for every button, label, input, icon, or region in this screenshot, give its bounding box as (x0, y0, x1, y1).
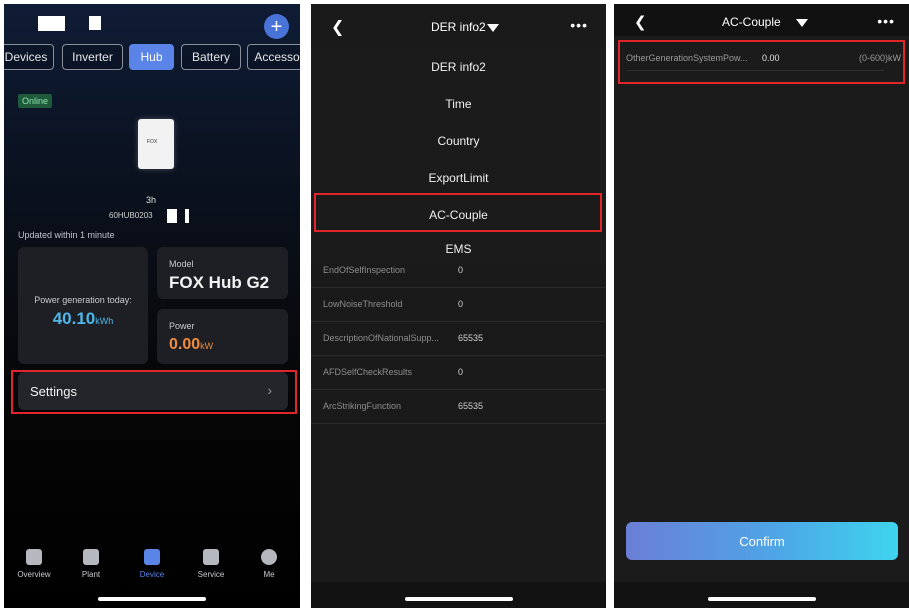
model-value: FOX Hub G2 (169, 273, 270, 292)
param-row: DescriptionOfNationalSupp... 65535 (311, 322, 606, 356)
me-icon (261, 549, 277, 565)
back-icon[interactable]: ❮ (634, 13, 647, 31)
bottom-area (614, 582, 909, 608)
nav-overview[interactable]: Overview (9, 549, 59, 579)
param-value: 0 (458, 299, 464, 309)
device-brand: FOX (147, 139, 158, 145)
tab-battery[interactable]: Battery (181, 44, 241, 70)
param-key: DescriptionOfNationalSupp... (323, 333, 440, 343)
more-icon[interactable]: ••• (570, 17, 588, 33)
param-key: LowNoiseThreshold (323, 299, 403, 309)
home-indicator (708, 597, 816, 601)
power-value: 0.00 (169, 336, 201, 353)
nav-label: Overview (17, 570, 51, 579)
menu-item-export-limit[interactable]: ExportLimit (311, 159, 606, 196)
add-device-button[interactable]: + (264, 14, 289, 39)
device-image: FOX (138, 119, 174, 169)
model-card: Model FOX Hub G2 (157, 247, 288, 299)
top-bar: ❮ DER info2 ••• (311, 4, 606, 48)
menu-item-ems[interactable]: EMS (311, 233, 606, 265)
power-card: Power 0.00kW (157, 309, 288, 364)
page-title[interactable]: AC-Couple (722, 15, 781, 29)
param-value: 65535 (458, 333, 484, 343)
param-key: AFDSelfCheckResults (323, 367, 413, 377)
param-row: LowNoiseThreshold 0 (311, 288, 606, 322)
nav-label: Service (197, 570, 225, 579)
tab-devices[interactable]: Devices (4, 44, 54, 70)
bottom-nav: Overview Plant Device Service Me (4, 549, 300, 589)
generation-value-wrap: 40.10kWh (18, 309, 148, 329)
nav-label: Me (263, 570, 275, 579)
device-type-tabs: Devices Inverter Hub Battery Accesso (4, 44, 300, 70)
nav-service[interactable]: Service (186, 549, 236, 579)
home-indicator (405, 597, 513, 601)
device-icon (144, 549, 160, 565)
power-unit: kW (200, 341, 214, 351)
plus-icon: + (270, 15, 283, 38)
nav-me[interactable]: Me (244, 549, 294, 579)
nav-label: Plant (81, 570, 101, 579)
tab-hub[interactable]: Hub (129, 44, 174, 70)
nav-label: Device (139, 570, 165, 579)
dropdown-menu: DER info2 Time Country ExportLimit AC-Co… (311, 48, 606, 265)
highlight-box (11, 370, 297, 414)
serial-suffix: 3h (146, 195, 157, 205)
model-label: Model (169, 259, 194, 269)
power-label: Power (169, 321, 195, 331)
der-info-screen: ❮ DER info2 ••• EndOfSelfInspection 0 Low… (311, 4, 606, 608)
highlight-box (314, 193, 602, 232)
nav-plant[interactable]: Plant (66, 549, 116, 579)
tab-inverter[interactable]: Inverter (62, 44, 123, 70)
param-key: ArcStrikingFunction (323, 401, 402, 411)
device-screen: + Devices Inverter Hub Battery Accesso O… (4, 4, 300, 608)
param-row: AFDSelfCheckResults 0 (311, 356, 606, 390)
redacted-block (167, 209, 177, 223)
menu-item-country[interactable]: Country (311, 122, 606, 159)
param-value: 0 (458, 367, 464, 377)
bottom-area (311, 582, 606, 608)
page-title[interactable]: DER info2 (431, 20, 486, 34)
more-icon[interactable]: ••• (877, 13, 895, 29)
power-value-wrap: 0.00kW (169, 336, 213, 354)
param-value: 65535 (458, 401, 484, 411)
status-badge: Online (18, 94, 53, 108)
generation-unit: kWh (95, 316, 114, 326)
ac-couple-screen: ❮ AC-Couple ••• OtherGenerationSystemPow… (614, 4, 909, 608)
generation-value: 40.10 (52, 309, 96, 328)
param-key: EndOfSelfInspection (323, 265, 406, 275)
caret-down-icon[interactable] (487, 24, 499, 32)
generation-label: Power generation today: (34, 295, 132, 305)
updated-text: Updated within 1 minute (18, 230, 115, 240)
top-bar: ❮ AC-Couple ••• (614, 4, 909, 36)
plant-icon (83, 549, 99, 565)
redacted-block (89, 16, 101, 30)
confirm-button[interactable]: Confirm (626, 522, 898, 560)
redacted-block (185, 209, 189, 223)
tab-accessory[interactable]: Accesso (247, 44, 300, 70)
nav-device[interactable]: Device (127, 549, 177, 579)
highlight-box (618, 40, 905, 84)
caret-down-icon[interactable] (796, 19, 808, 27)
param-row: ArcStrikingFunction 65535 (311, 390, 606, 424)
home-indicator (98, 597, 206, 601)
overview-icon (26, 549, 42, 565)
menu-item-time[interactable]: Time (311, 85, 606, 122)
back-icon[interactable]: ❮ (331, 17, 344, 37)
redacted-block (38, 16, 65, 31)
generation-card: Power generation today: 40.10kWh (18, 247, 148, 364)
menu-item-der-info2[interactable]: DER info2 (311, 48, 606, 85)
serial-number: 60HUB0203 (109, 211, 153, 220)
param-value: 0 (458, 265, 464, 275)
service-icon (203, 549, 219, 565)
